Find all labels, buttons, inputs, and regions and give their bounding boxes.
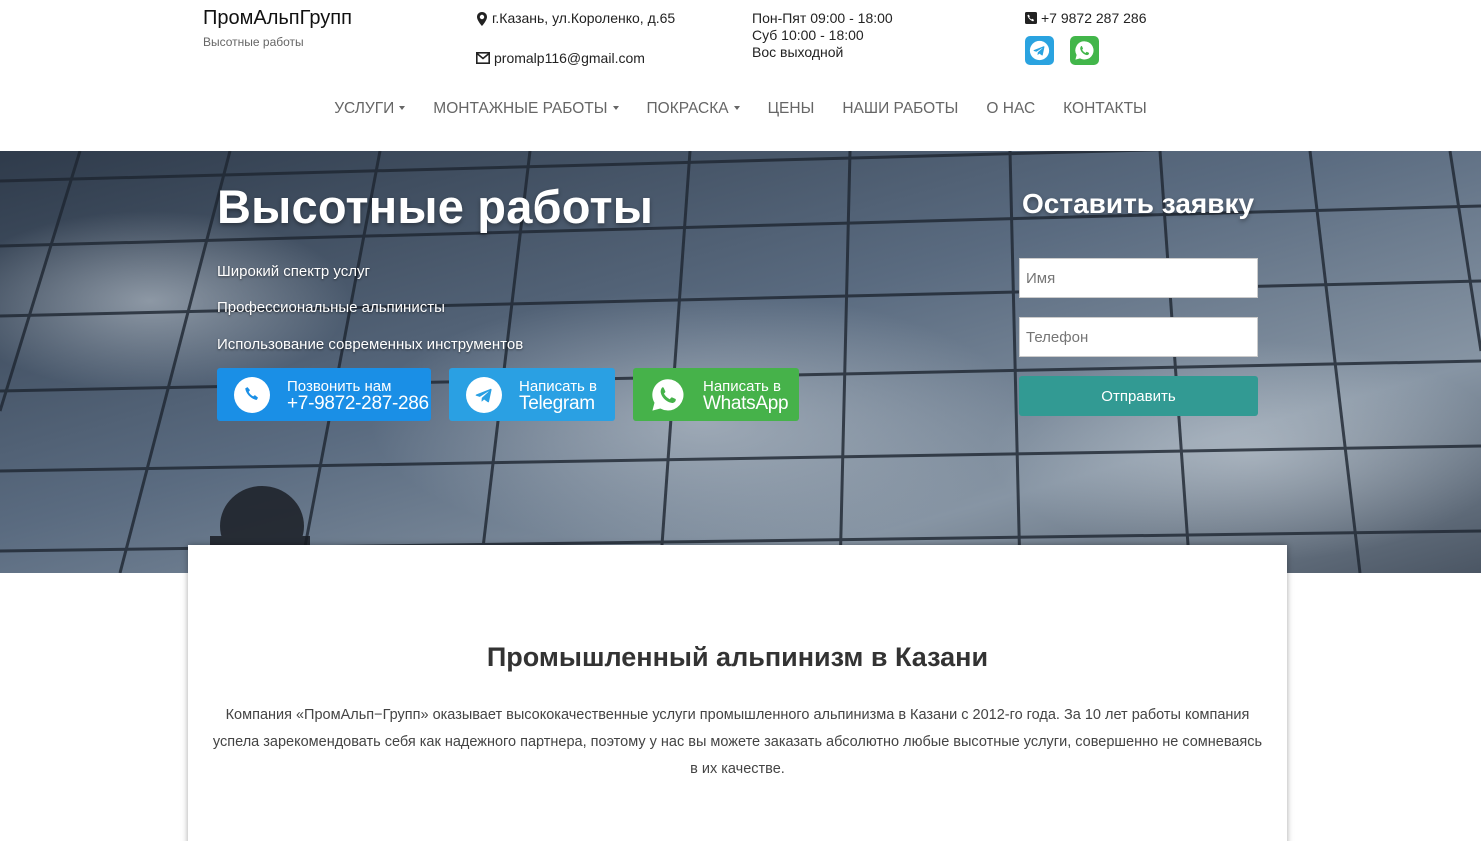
telegram-button[interactable]: Написать в Telegram bbox=[449, 368, 615, 421]
hours-weekdays: Пон-Пят 09:00 - 18:00 bbox=[752, 10, 893, 26]
phone-square-icon bbox=[1025, 11, 1037, 26]
nav-item-installation[interactable]: МОНТАЖНЫЕ РАБОТЫ bbox=[419, 99, 632, 119]
email-link[interactable]: promalp116@gmail.com bbox=[494, 50, 645, 67]
header-phone-text[interactable]: +7 9872 287 286 bbox=[1041, 10, 1147, 27]
address: г.Казань, ул.Короленко, д.65 bbox=[476, 10, 675, 27]
brand-name[interactable]: ПромАльпГрупп bbox=[203, 6, 352, 30]
nav-item-services[interactable]: УСЛУГИ bbox=[320, 99, 419, 119]
header-phone[interactable]: +7 9872 287 286 bbox=[1025, 10, 1147, 27]
hero-point-1: Широкий спектр услуг bbox=[217, 263, 370, 280]
telegram-icon bbox=[466, 376, 502, 413]
working-hours: Пон-Пят 09:00 - 18:00 Суб 10:00 - 18:00 … bbox=[752, 10, 893, 61]
hero-title: Высотные работы bbox=[217, 180, 654, 233]
caret-down-icon bbox=[399, 105, 406, 110]
call-button[interactable]: Позвонить нам +7-9872-287-286 bbox=[217, 368, 431, 421]
telegram-button-label: Написать в bbox=[519, 377, 598, 395]
nav-item-our-works[interactable]: НАШИ РАБОТЫ bbox=[828, 99, 972, 119]
address-text: г.Казань, ул.Короленко, д.65 bbox=[492, 10, 676, 26]
whatsapp-icon bbox=[1075, 41, 1094, 60]
hours-saturday: Суб 10:00 - 18:00 bbox=[752, 27, 864, 43]
phone-input[interactable] bbox=[1019, 317, 1258, 357]
request-form-title: Оставить заявку bbox=[1022, 188, 1255, 219]
map-marker-icon bbox=[476, 11, 488, 26]
nav-item-prices[interactable]: ЦЕНЫ bbox=[754, 99, 829, 119]
phone-icon bbox=[234, 376, 270, 413]
hero-banner: Высотные работы Широкий спектр услуг Про… bbox=[0, 151, 1481, 573]
brand-tagline: Высотные работы bbox=[203, 35, 304, 49]
site-header: ПромАльпГрупп Высотные работы г.Казань, … bbox=[0, 0, 1481, 151]
caret-down-icon bbox=[612, 105, 619, 110]
intro-card: Промышленный альпинизм в Казани Компания… bbox=[188, 545, 1287, 841]
call-button-label: Позвонить нам bbox=[287, 377, 392, 395]
caret-down-icon bbox=[733, 105, 740, 110]
hero-point-2: Профессиональные альпинисты bbox=[217, 299, 445, 316]
intro-title: Промышленный альпинизм в Казани bbox=[486, 642, 989, 672]
name-input[interactable] bbox=[1019, 258, 1258, 298]
whatsapp-button[interactable]: Написать в WhatsApp bbox=[633, 368, 799, 421]
brand[interactable]: ПромАльпГрупп Высотные работы bbox=[203, 6, 352, 49]
submit-button[interactable]: Отправить bbox=[1019, 376, 1258, 416]
envelope-icon bbox=[476, 51, 490, 66]
nav-item-painting[interactable]: ПОКРАСКА bbox=[633, 99, 754, 119]
nav-item-about[interactable]: О НАС bbox=[972, 99, 1049, 119]
main-nav: УСЛУГИ МОНТАЖНЫЕ РАБОТЫ ПОКРАСКА ЦЕНЫ НА… bbox=[0, 99, 1481, 119]
whatsapp-link[interactable] bbox=[1070, 36, 1099, 65]
telegram-link[interactable] bbox=[1025, 36, 1054, 65]
nav-item-contacts[interactable]: КОНТАКТЫ bbox=[1049, 99, 1161, 119]
intro-text: Компания «ПромАльп−Групп» оказывает высо… bbox=[212, 707, 1263, 777]
telegram-icon bbox=[1029, 40, 1050, 61]
whatsapp-button-label: Написать в bbox=[703, 377, 782, 395]
email[interactable]: promalp116@gmail.com bbox=[476, 50, 645, 67]
call-button-phone: +7-9872-287-286 bbox=[287, 392, 429, 414]
telegram-button-name: Telegram bbox=[519, 392, 595, 414]
whatsapp-button-name: WhatsApp bbox=[703, 392, 789, 414]
hero-point-3: Использование современных инструментов bbox=[217, 336, 524, 353]
hours-sunday: Вос выходной bbox=[752, 44, 844, 60]
whatsapp-icon bbox=[650, 377, 686, 413]
